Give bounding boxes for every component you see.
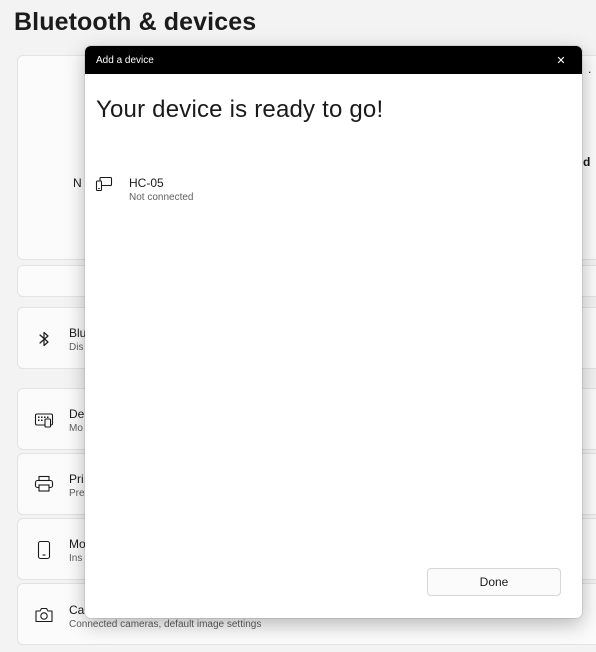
keyboard-icon (34, 410, 54, 430)
dialog-titlebar[interactable]: Add a device ✕ (85, 46, 582, 74)
close-icon: ✕ (556, 54, 566, 67)
row-subtitle-bluetooth: Dis (69, 342, 84, 353)
device-status: Not connected (129, 192, 194, 203)
row-subtitle-mobile: Ins (69, 553, 83, 564)
row-title-cameras: Ca (69, 603, 85, 617)
camera-icon (34, 605, 54, 625)
add-device-dialog: Add a device ✕ Your device is ready to g… (85, 46, 582, 618)
page-title: Bluetooth & devices (14, 8, 257, 36)
dialog-heading: Your device is ready to go! (96, 96, 384, 123)
printer-icon (34, 474, 54, 494)
row-subtitle-devices: Mo (69, 423, 83, 434)
device-list-item[interactable]: HC-05 Not connected (93, 170, 293, 210)
phone-icon (34, 540, 54, 560)
truncated-heading: d (583, 155, 591, 169)
more-options-dots[interactable]: . (588, 62, 591, 76)
row-subtitle-cameras: Connected cameras, default image setting… (69, 619, 262, 630)
dialog-window-title: Add a device (96, 54, 154, 66)
truncated-label: N (73, 176, 82, 190)
row-subtitle-printers: Pre (69, 488, 85, 499)
device-icon (95, 176, 115, 196)
row-title-printers: Pri (69, 472, 84, 486)
row-title-devices: De (69, 407, 85, 421)
row-title-bluetooth: Blu (69, 326, 87, 340)
bluetooth-icon (34, 329, 54, 349)
device-name: HC-05 (129, 176, 164, 190)
close-button[interactable]: ✕ (550, 49, 572, 71)
row-title-mobile: Mo (69, 537, 86, 551)
done-button[interactable]: Done (427, 568, 561, 596)
